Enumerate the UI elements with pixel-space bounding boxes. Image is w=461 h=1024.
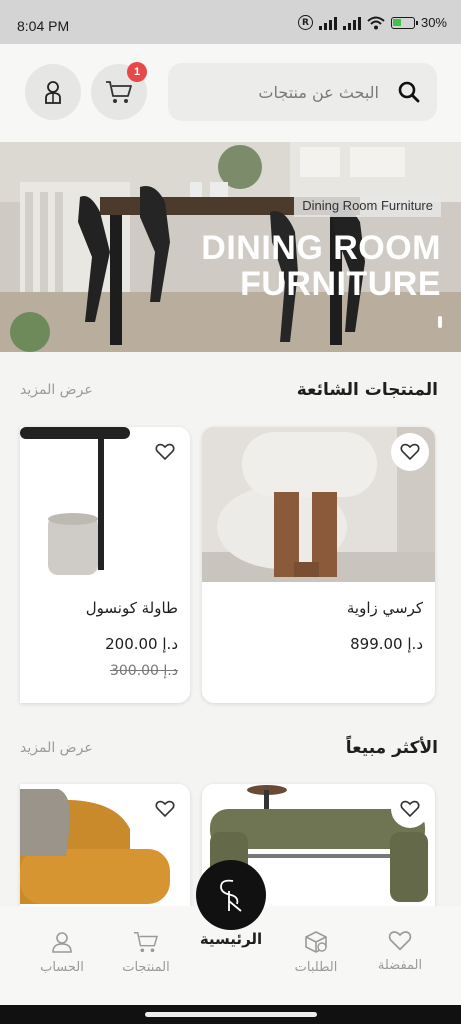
favorite-button[interactable] <box>391 790 429 828</box>
product-card[interactable]: طاولة كونسول د.إ 200.00 د.إ 300.00 <box>20 427 190 703</box>
battery-icon <box>390 16 418 29</box>
cart-icon <box>106 81 132 103</box>
home-fab-button[interactable] <box>196 860 266 930</box>
best-sellers-section-header: الأكثر مبيعاً عرض المزيد <box>20 738 438 758</box>
heart-icon <box>155 443 175 461</box>
favorite-button[interactable] <box>391 433 429 471</box>
signal-icon <box>318 16 337 30</box>
see-more-link[interactable]: عرض المزيد <box>20 740 93 756</box>
home-logo <box>220 879 242 912</box>
section-title: الأكثر مبيعاً <box>345 738 438 758</box>
registered-icon: R <box>297 15 313 30</box>
product-old-price: د.إ 300.00 <box>109 663 178 679</box>
heart-icon <box>400 443 420 461</box>
cart-icon <box>134 932 159 953</box>
nav-item-home[interactable]: الرئيسية <box>191 930 271 948</box>
user-icon <box>45 81 61 104</box>
cart-button[interactable]: 1 <box>91 62 147 120</box>
signal-icon-2 <box>342 16 361 30</box>
status-icons: R 30% <box>297 15 447 30</box>
search-placeholder: البحث عن منتجات <box>258 82 379 102</box>
box-icon <box>305 931 327 953</box>
wifi-icon <box>367 16 385 29</box>
status-bar: 8:04 PM R 30% <box>0 0 461 44</box>
search-input[interactable]: البحث عن منتجات <box>168 63 437 121</box>
nav-label: المفضلة <box>377 958 423 973</box>
hero-title: DINING ROOM FURNITURE <box>201 230 441 302</box>
status-time: 8:04 PM <box>17 18 70 34</box>
carousel-indicator <box>438 316 442 328</box>
home-indicator[interactable] <box>145 1012 317 1017</box>
hero-title-line1: DINING ROOM <box>201 229 441 267</box>
hero-banner[interactable]: Dining Room Furniture DINING ROOM FURNIT… <box>0 142 461 352</box>
nav-item-products[interactable]: المنتجات <box>106 930 186 975</box>
user-icon <box>52 932 72 953</box>
nav-label: الطلبات <box>294 960 338 975</box>
hero-title-line2: FURNITURE <box>240 265 441 303</box>
hero-tag: Dining Room Furniture <box>294 194 441 217</box>
product-card[interactable]: كرسي زاوية د.إ 899.00 <box>202 427 435 703</box>
heart-icon <box>400 800 420 818</box>
product-name: كرسي زاوية <box>346 599 423 617</box>
cart-badge: 1 <box>127 62 147 82</box>
section-title: المنتجات الشائعة <box>296 380 438 400</box>
product-name: طاولة كونسول <box>85 599 178 617</box>
battery-percent: 30% <box>420 15 447 30</box>
product-price: د.إ 899.00 <box>350 635 423 653</box>
nav-item-orders[interactable]: الطلبات <box>276 930 356 975</box>
top-bar: البحث عن منتجات 1 <box>0 44 461 142</box>
heart-icon <box>155 800 175 818</box>
favorite-button[interactable] <box>146 433 184 471</box>
product-price: د.إ 200.00 <box>105 635 178 653</box>
nav-item-favorites[interactable]: المفضلة <box>360 930 440 973</box>
nav-label: الحساب <box>40 960 84 975</box>
see-more-link[interactable]: عرض المزيد <box>20 382 93 398</box>
heart-icon <box>388 931 412 951</box>
nav-item-account[interactable]: الحساب <box>22 930 102 975</box>
nav-label: الرئيسية <box>199 930 263 948</box>
search-icon <box>398 81 420 103</box>
popular-section-header: المنتجات الشائعة عرض المزيد <box>20 380 438 400</box>
favorite-button[interactable] <box>146 790 184 828</box>
nav-label: المنتجات <box>122 960 170 975</box>
profile-button[interactable] <box>25 64 81 120</box>
